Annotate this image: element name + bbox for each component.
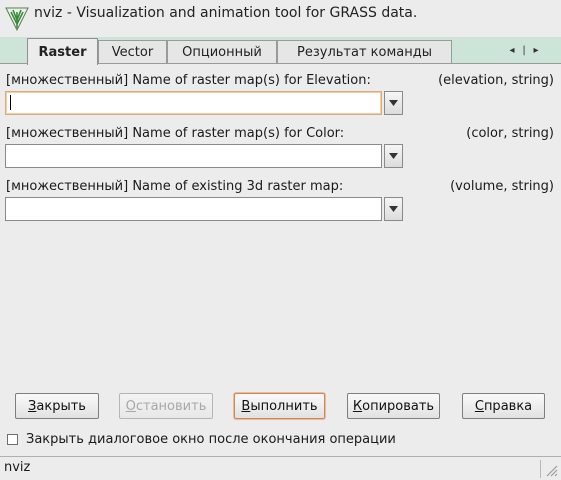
close-on-finish-label: Закрыть диалоговое окно после окончания … <box>26 431 396 447</box>
elevation-dropdown-button[interactable] <box>384 91 403 115</box>
window-title: nviz - Visualization and animation tool … <box>34 5 418 21</box>
stop-button-label: Остановить <box>125 398 207 414</box>
volume-input[interactable] <box>5 197 382 221</box>
status-bar: nviz <box>0 456 561 480</box>
color-dropdown-button[interactable] <box>384 144 403 168</box>
text-caret <box>10 95 11 110</box>
volume-label: [множественный] Name of existing 3d rast… <box>6 179 344 194</box>
chevron-down-icon <box>389 100 398 106</box>
color-label: [множественный] Name of raster map(s) fo… <box>6 126 345 141</box>
close-on-finish-checkbox[interactable] <box>7 433 18 445</box>
copy-button[interactable]: Копировать <box>347 393 440 419</box>
tab-bar: Raster Vector Опционный Результат команд… <box>0 37 561 65</box>
volume-type: (volume, string) <box>450 179 554 194</box>
tab-scroll-left-icon[interactable]: ◂ <box>506 45 518 56</box>
grass-logo-icon <box>5 7 29 32</box>
tab-navigation: ◂ | ▸ <box>506 42 542 58</box>
volume-dropdown-button[interactable] <box>384 197 403 221</box>
tab-vector-label: Vector <box>111 44 154 60</box>
close-button[interactable]: Закрыть <box>15 393 99 419</box>
tab-raster[interactable]: Raster <box>27 38 98 65</box>
elevation-label: [множественный] Name of raster map(s) fo… <box>6 73 371 88</box>
resize-grip-icon[interactable] <box>544 463 558 477</box>
tab-raster-label: Raster <box>38 44 87 60</box>
chevron-down-icon <box>389 206 398 212</box>
elevation-type: (elevation, string) <box>438 73 554 88</box>
tab-optional-label: Опционный <box>182 44 262 60</box>
close-button-label: Закрыть <box>28 398 86 414</box>
run-button-label: Выполнить <box>241 398 318 414</box>
tab-scroll-right-icon[interactable]: ▸ <box>530 45 542 56</box>
tab-separator-icon: | <box>522 44 526 56</box>
chevron-down-icon <box>389 153 398 159</box>
stop-button[interactable]: Остановить <box>119 393 213 419</box>
help-button-label: Справка <box>474 398 533 414</box>
color-input[interactable] <box>5 144 382 168</box>
run-button[interactable]: Выполнить <box>234 393 325 419</box>
color-type: (color, string) <box>466 126 554 141</box>
tab-optional[interactable]: Опционный <box>167 40 277 63</box>
tab-command-output[interactable]: Результат команды <box>277 40 452 63</box>
window-header: nviz - Visualization and animation tool … <box>0 0 561 34</box>
help-button[interactable]: Справка <box>462 393 545 419</box>
tab-command-output-label: Результат команды <box>297 44 432 60</box>
close-on-finish-row[interactable]: Закрыть диалоговое окно после окончания … <box>7 431 396 447</box>
tab-vector[interactable]: Vector <box>98 40 167 63</box>
status-text: nviz <box>4 460 31 475</box>
status-separator <box>540 460 541 478</box>
elevation-input[interactable] <box>5 91 382 115</box>
copy-button-label: Копировать <box>352 398 435 414</box>
